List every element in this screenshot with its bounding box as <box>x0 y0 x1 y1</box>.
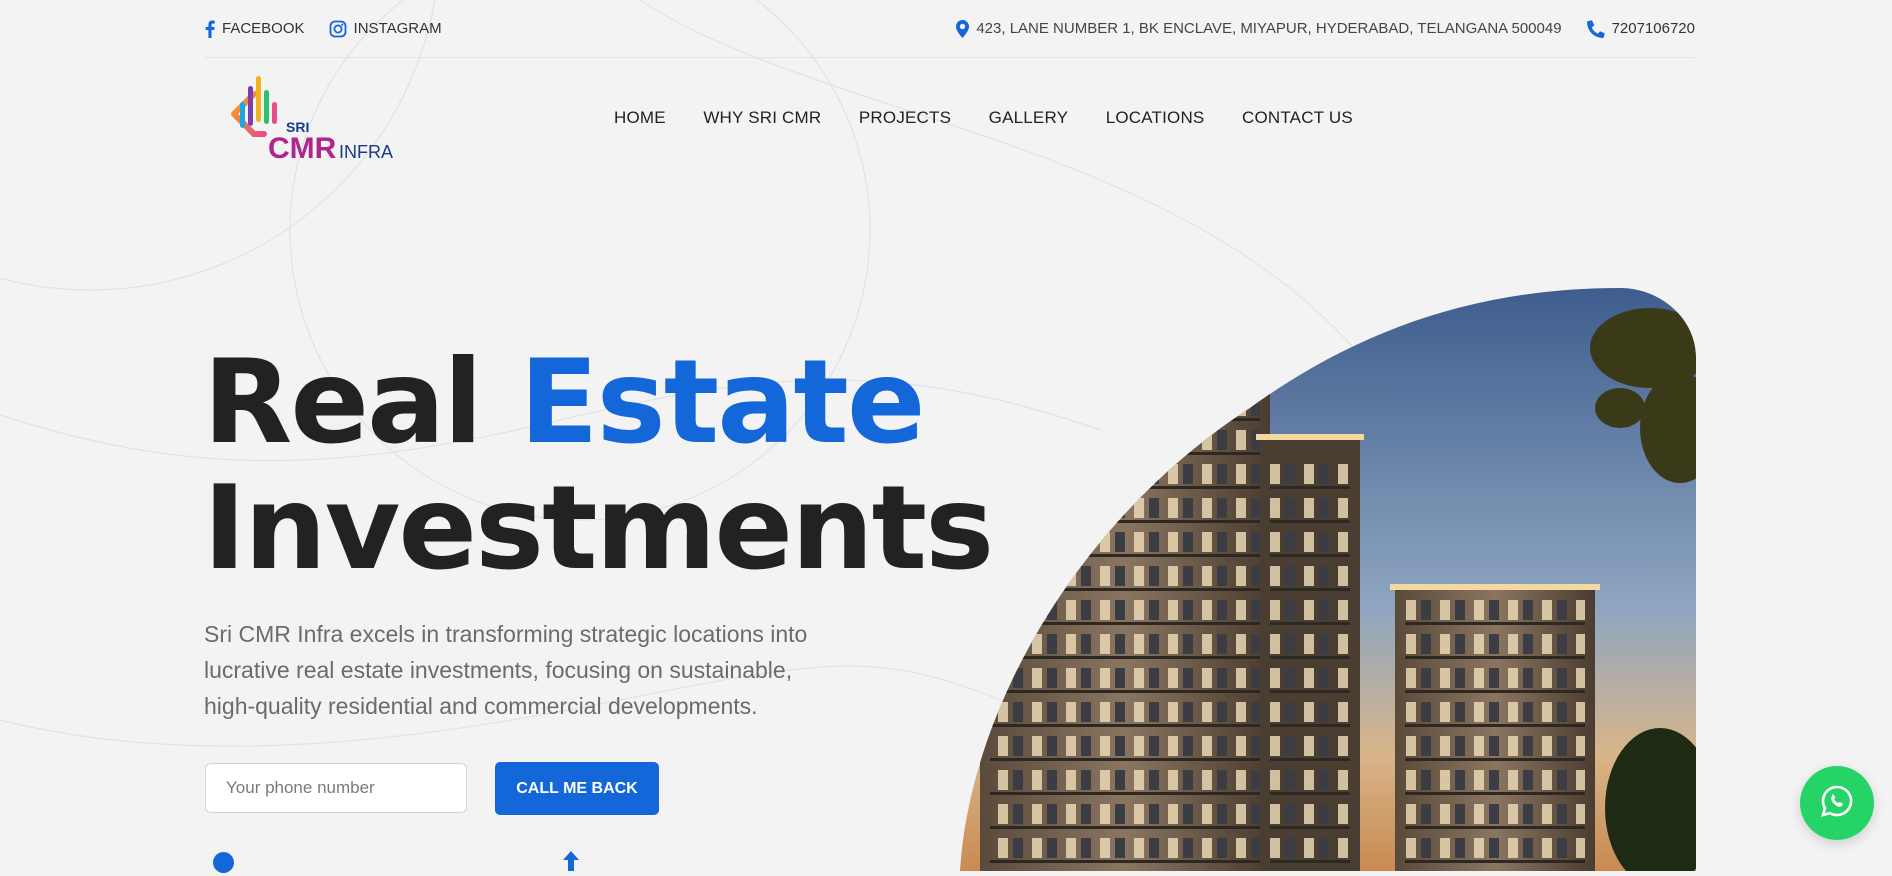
facebook-label: FACEBOOK <box>222 20 305 37</box>
logo-text-infra: INFRA <box>339 142 393 162</box>
whatsapp-icon <box>1820 784 1854 823</box>
facebook-link[interactable]: FACEBOOK <box>205 20 305 38</box>
contact-info: 423, LANE NUMBER 1, BK ENCLAVE, MIYAPUR,… <box>956 19 1695 38</box>
hero-building-image <box>960 288 1696 871</box>
site-logo[interactable]: SRI CMR INFRA <box>224 72 404 165</box>
top-bar: FACEBOOK INSTAGRAM 423, LANE NUMBER 1, B… <box>205 0 1695 58</box>
hero-title-accent: Estate <box>519 335 925 470</box>
nav-contact-us[interactable]: CONTACT US <box>1242 108 1353 128</box>
hero-title: Real Estate Investments <box>203 340 994 592</box>
phone-number-input[interactable] <box>205 763 467 813</box>
nav-gallery[interactable]: GALLERY <box>989 108 1069 128</box>
hero-title-part2: Investments <box>203 461 994 596</box>
phone-link[interactable]: 7207106720 <box>1586 19 1695 38</box>
instagram-label: INSTAGRAM <box>353 20 442 37</box>
address-info: 423, LANE NUMBER 1, BK ENCLAVE, MIYAPUR,… <box>956 19 1562 38</box>
instagram-link[interactable]: INSTAGRAM <box>329 20 442 38</box>
hero-title-part1: Real <box>203 335 520 470</box>
hero-description: Sri CMR Infra excels in transforming str… <box>204 621 808 719</box>
arrow-up-icon <box>562 851 580 876</box>
phone-icon <box>1586 19 1605 38</box>
instagram-icon <box>329 20 347 38</box>
feature-dot-icon <box>213 852 234 873</box>
nav-projects[interactable]: PROJECTS <box>859 108 951 128</box>
nav-home[interactable]: HOME <box>614 108 666 128</box>
social-links: FACEBOOK INSTAGRAM <box>205 20 442 38</box>
address-text: 423, LANE NUMBER 1, BK ENCLAVE, MIYAPUR,… <box>976 20 1562 37</box>
call-me-back-button[interactable]: CALL ME BACK <box>495 762 659 815</box>
logo-text-cmr: CMR <box>268 132 337 164</box>
whatsapp-button[interactable] <box>1800 766 1874 840</box>
phone-number: 7207106720 <box>1611 20 1695 37</box>
location-pin-icon <box>956 19 970 38</box>
nav-why-sri-cmr[interactable]: WHY SRI CMR <box>703 108 821 128</box>
main-nav: HOME WHY SRI CMR PROJECTS GALLERY LOCATI… <box>614 108 1390 128</box>
facebook-icon <box>205 20 215 38</box>
nav-locations[interactable]: LOCATIONS <box>1106 108 1205 128</box>
